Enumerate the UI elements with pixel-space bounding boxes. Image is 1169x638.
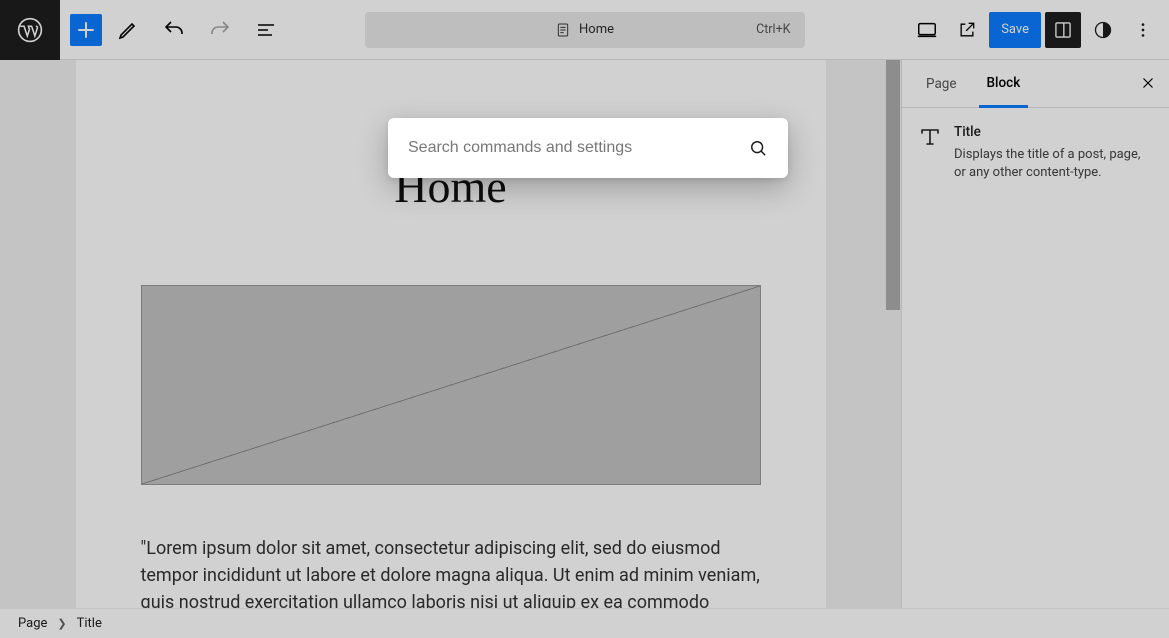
search-icon: [748, 138, 768, 158]
command-palette: [388, 118, 788, 178]
modal-overlay[interactable]: [0, 0, 1169, 638]
command-search-input[interactable]: [408, 139, 748, 157]
